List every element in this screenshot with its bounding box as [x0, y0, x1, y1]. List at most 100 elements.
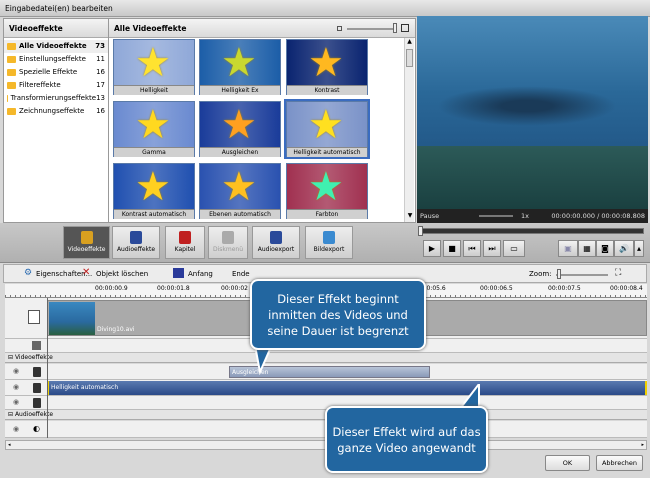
- effect-thumbnail[interactable]: ★ Gamma: [113, 101, 195, 157]
- effect-track-2: ◉ Helligkeit automatisch: [5, 380, 647, 396]
- audio-effect-icon: ◐: [33, 424, 40, 433]
- set-start-button[interactable]: Anfang: [188, 270, 213, 278]
- speed-slider[interactable]: [479, 215, 513, 217]
- video-mode-button[interactable]: ▦: [578, 240, 596, 257]
- effect-label: Helligkeit automatisch: [287, 147, 367, 157]
- time-display: 00:00:00.000 / 00:00:08.808: [551, 212, 645, 220]
- effect-thumbnail[interactable]: ★ Farbton: [286, 163, 368, 219]
- category-item[interactable]: Zeichnungseffekte 16: [4, 105, 108, 118]
- speed-value: 1x: [521, 212, 529, 220]
- effect-thumbnail[interactable]: ★ Ausgleichen: [199, 101, 281, 157]
- fit-icon[interactable]: ⛶: [615, 268, 621, 278]
- volume-button[interactable]: 🔊: [614, 240, 634, 257]
- toolbar-button-diskmen[interactable]: Diskmenü: [208, 226, 248, 259]
- toolbar-label: Videoeffekte: [67, 246, 106, 253]
- zoom-slider[interactable]: [556, 274, 608, 276]
- next-frame-button[interactable]: ⏭: [483, 240, 501, 257]
- delete-object-button[interactable]: Objekt löschen: [96, 270, 148, 278]
- effect-track-1: ◉ Ausgleichen: [5, 364, 647, 380]
- folder-icon: [7, 95, 8, 102]
- slider-thumb[interactable]: [393, 23, 397, 33]
- category-item[interactable]: Filtereffekte 17: [4, 79, 108, 92]
- effect-label: Farbton: [287, 209, 367, 219]
- ruler-tick-label: 00:00:02: [221, 285, 248, 292]
- toolbar-button-audioeffekte[interactable]: Audioeffekte: [112, 226, 160, 259]
- eye-icon[interactable]: ◉: [13, 398, 19, 406]
- video-effects-section[interactable]: ⊟ Videoeffekte: [5, 353, 647, 363]
- snapshot-mode-button[interactable]: ▣: [558, 240, 578, 257]
- volume-dropdown[interactable]: ▴: [634, 240, 644, 257]
- gallery-scrollbar[interactable]: ▲ ▼: [404, 38, 414, 222]
- clip-thumbnail: [49, 302, 95, 335]
- callout-whole-video: Dieser Effekt wird auf das ganze Video a…: [325, 406, 488, 473]
- category-item[interactable]: Spezielle Effekte 16: [4, 66, 108, 79]
- category-header: Videoeffekte: [4, 19, 108, 38]
- effect-clip-helligkeit-automatisch[interactable]: Helligkeit automatisch: [47, 381, 647, 395]
- overlay-icon: [32, 341, 41, 350]
- toolbar-label: Kapitel: [174, 246, 196, 253]
- toolbar-button-videoeffekte[interactable]: Videoeffekte: [63, 226, 110, 259]
- toolbar-label: Audioexport: [257, 246, 295, 253]
- camera-icon[interactable]: ◙: [596, 240, 614, 257]
- folder-icon: [7, 56, 16, 63]
- category-item[interactable]: Alle Videoeffekte 73: [4, 40, 108, 53]
- toolbar-icon: [80, 231, 93, 244]
- effect-icon: [33, 383, 41, 393]
- folder-icon: [7, 43, 16, 50]
- previous-frame-button[interactable]: ⏮: [463, 240, 481, 257]
- ruler-tick-label: 00:00:07.5: [548, 285, 581, 292]
- category-item[interactable]: Transformierungseffekte 13: [4, 92, 108, 105]
- eye-icon[interactable]: ◉: [13, 383, 19, 391]
- timeline-divider: [47, 298, 48, 438]
- category-item[interactable]: Einstellungseffekte 11: [4, 53, 108, 66]
- play-button[interactable]: ▶: [423, 240, 441, 257]
- category-count: 17: [96, 81, 105, 89]
- thumbnail-size-slider[interactable]: [347, 28, 397, 30]
- effect-thumbnail[interactable]: ★ Helligkeit automatisch: [284, 99, 370, 159]
- effect-label: Helligkeit Ex: [200, 85, 280, 95]
- star-icon: ★: [308, 102, 344, 147]
- effect-thumbnail[interactable]: ★ Helligkeit: [113, 39, 195, 95]
- category-panel: Videoeffekte Alle Videoeffekte 73 Einstell…: [3, 18, 109, 223]
- eye-icon[interactable]: ◉: [13, 425, 19, 433]
- toolbar-icon: [179, 231, 191, 244]
- gallery-header: Alle Videoeffekte: [109, 19, 415, 38]
- toolbar-button-bildexport[interactable]: Bildexport: [305, 226, 353, 259]
- effect-label: Kontrast: [287, 85, 367, 95]
- toolbar-button-audioexport[interactable]: Audioexport: [252, 226, 300, 259]
- seek-thumb[interactable]: [418, 226, 423, 236]
- effect-label: Helligkeit: [114, 85, 194, 95]
- toolbar-label: Bildexport: [313, 246, 345, 253]
- category-label: Einstellungseffekte: [19, 55, 86, 63]
- fullscreen-button[interactable]: ▭: [503, 240, 525, 257]
- category-count: 16: [96, 107, 105, 115]
- effect-thumbnail[interactable]: ★ Kontrast: [286, 39, 368, 95]
- seek-bar[interactable]: [420, 228, 644, 234]
- category-label: Zeichnungseffekte: [19, 107, 85, 115]
- effect-thumbnail[interactable]: ★ Kontrast automatisch: [113, 163, 195, 219]
- callout-effect-start: Dieser Effekt beginnt inmitten des Video…: [250, 279, 426, 350]
- star-icon: ★: [221, 164, 257, 209]
- cancel-button[interactable]: Abbrechen: [596, 455, 643, 471]
- ruler-tick-label: 00:00:01.8: [157, 285, 190, 292]
- effects-gallery: Alle Videoeffekte ★ Helligkeit ★ Helligkeit…: [108, 18, 416, 223]
- zoom-thumb[interactable]: [557, 269, 561, 279]
- toolbar-icon: [222, 231, 234, 244]
- effect-icon: [33, 367, 41, 377]
- category-label: Spezielle Effekte: [19, 68, 78, 76]
- effect-label: Ebenen automatisch: [200, 209, 280, 219]
- folder-icon: [7, 108, 16, 115]
- effect-thumbnail[interactable]: ★ Helligkeit Ex: [199, 39, 281, 95]
- eye-icon[interactable]: ◉: [13, 367, 19, 375]
- stop-button[interactable]: ■: [443, 240, 461, 257]
- set-end-button[interactable]: Ende: [232, 270, 250, 278]
- ok-button[interactable]: OK: [545, 455, 590, 471]
- gallery-title: Alle Videoeffekte: [114, 24, 187, 33]
- start-marker-icon: [173, 268, 184, 278]
- toolbar-label: Audioeffekte: [116, 246, 156, 253]
- toolbar-icon: [130, 231, 142, 244]
- ruler-tick-label: 00:00:08.4: [610, 285, 643, 292]
- effect-thumbnail[interactable]: ★ Ebenen automatisch: [199, 163, 281, 219]
- toolbar-button-kapitel[interactable]: Kapitel: [165, 226, 205, 259]
- category-label: Alle Videoeffekte: [19, 42, 87, 50]
